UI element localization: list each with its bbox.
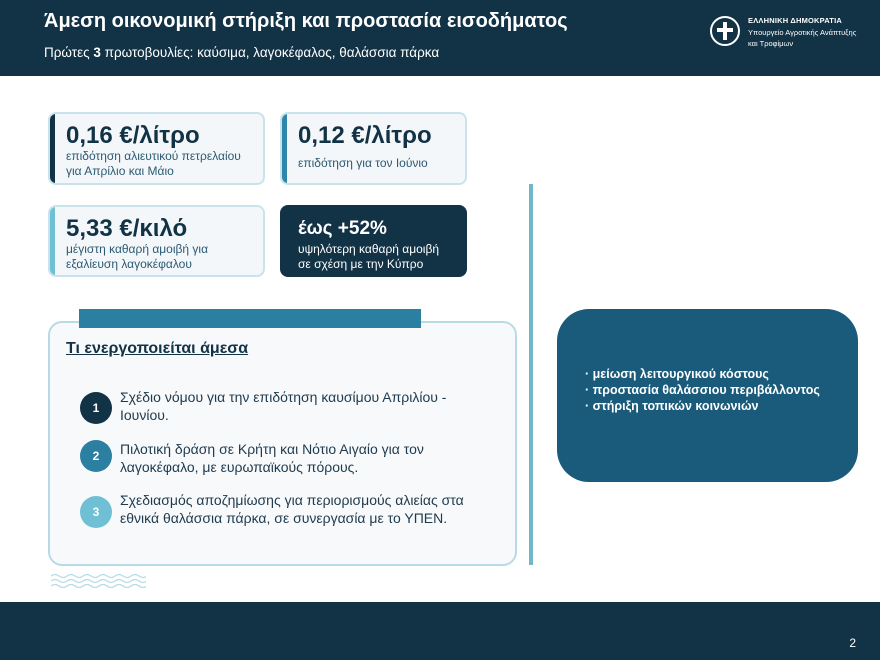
logo-line-3: και Τροφίμων bbox=[748, 39, 794, 48]
step-number-3: 3 bbox=[80, 496, 112, 528]
benefits-list: · μείωση λειτουργικού κόστους · προστασί… bbox=[585, 366, 820, 414]
stat-description: υψηλότερη καθαρή αμοιβή σε σχέση με την Κ… bbox=[298, 242, 439, 272]
benefit-item: · στήριξη τοπικών κοινωνιών bbox=[585, 399, 759, 413]
step-line: Σχεδιασμός αποζημίωσης για περιορισμούς … bbox=[120, 492, 464, 508]
step-text-3: Σχεδιασμός αποζημίωσης για περιορισμούς … bbox=[120, 491, 500, 527]
page-title: Άμεση οικονομική στήριξη και προστασία ε… bbox=[44, 10, 568, 32]
stat-description: μέγιστη καθαρή αμοιβή για εξαλίευση λαγοκ… bbox=[66, 242, 208, 272]
stat-description: επιδότηση για τον Ιούνιο bbox=[298, 156, 428, 171]
step-text-2: Πιλοτική δράση σε Κρήτη και Νότιο Αιγαίο… bbox=[120, 440, 500, 476]
waves-icon bbox=[51, 573, 146, 588]
stat-description: επιδότηση αλιευτικού πετρελαίου για Απρίλ… bbox=[66, 149, 241, 179]
stat-value: 0,16 €/λίτρο bbox=[66, 122, 200, 149]
actions-title: Τι ενεργοποιείται άμεσα bbox=[66, 340, 249, 357]
stat-value: έως +52% bbox=[298, 218, 387, 239]
page-subtitle: Πρώτες 3 πρωτοβουλίες: καύσιμα, λαγοκέφα… bbox=[44, 45, 439, 60]
step-line: εθνικά θαλάσσια πάρκα, σε συνεργασία με … bbox=[120, 510, 448, 526]
stat-desc-line: σε σχέση με την Κύπρο bbox=[298, 257, 424, 271]
ministry-logo: ΕΛΛΗΝΙΚΗ ΔΗΜΟΚΡΑΤΙΑ Υπουργείο Αγροτικής … bbox=[710, 14, 870, 56]
stat-desc-line: μέγιστη καθαρή αμοιβή για bbox=[66, 242, 209, 256]
step-line: Ιουνίου. bbox=[120, 407, 169, 423]
page-number: 2 bbox=[849, 636, 856, 650]
stat-desc-line: επιδότηση για τον Ιούνιο bbox=[298, 156, 428, 170]
benefits-box: · μείωση λειτουργικού κόστους · προστασί… bbox=[557, 309, 858, 482]
stat-card-fuel-june: 0,12 €/λίτρο επιδότηση για τον Ιούνιο bbox=[280, 112, 467, 185]
header: Άμεση οικονομική στήριξη και προστασία ε… bbox=[0, 0, 880, 76]
logo-line-1: ΕΛΛΗΝΙΚΗ ΔΗΜΟΚΡΑΤΙΑ bbox=[748, 16, 842, 25]
stat-card-pufferfish-reward: 5,33 €/κιλό μέγιστη καθαρή αμοιβή για εξα… bbox=[48, 205, 265, 277]
stat-card-accent bbox=[282, 114, 287, 183]
stat-card-accent bbox=[50, 207, 55, 275]
stat-desc-line: υψηλότερη καθαρή αμοιβή bbox=[298, 242, 440, 256]
subtitle-number: 3 bbox=[93, 45, 101, 60]
benefit-item: · μείωση λειτουργικού κόστους bbox=[585, 367, 769, 381]
stat-card-accent bbox=[50, 114, 55, 183]
step-line: λαγοκέφαλο, με ευρωπαϊκούς πόρους. bbox=[120, 459, 359, 475]
step-number-1: 1 bbox=[80, 392, 112, 424]
step-line: Πιλοτική δράση σε Κρήτη και Νότιο Αιγαίο… bbox=[120, 441, 424, 457]
stat-desc-line: για Απρίλιο και Μάιο bbox=[66, 164, 174, 178]
actions-panel-tab bbox=[79, 309, 421, 328]
stat-card-cyprus-comparison: έως +52% υψηλότερη καθαρή αμοιβή σε σχέση… bbox=[280, 205, 467, 277]
step-number-2: 2 bbox=[80, 440, 112, 472]
stat-value: 5,33 €/κιλό bbox=[66, 215, 188, 242]
subtitle-suffix: πρωτοβουλίες: καύσιμα, λαγοκέφαλος, θαλά… bbox=[100, 45, 440, 60]
benefit-item: · προστασία θαλάσσιου περιβάλλοντος bbox=[585, 383, 820, 397]
step-text-1: Σχέδιο νόμου για την επιδότηση καυσίμου … bbox=[120, 388, 500, 424]
subtitle-prefix: Πρώτες bbox=[44, 45, 94, 60]
step-line: Σχέδιο νόμου για την επιδότηση καυσίμου … bbox=[120, 389, 447, 405]
logo-line-2: Υπουργείο Αγροτικής Ανάπτυξης bbox=[748, 28, 857, 37]
greek-cross-emblem-icon bbox=[710, 16, 740, 46]
stat-value: 0,12 €/λίτρο bbox=[298, 122, 432, 149]
footer: 2 bbox=[0, 602, 880, 660]
stat-card-fuel-april-may: 0,16 €/λίτρο επιδότηση αλιευτικού πετρελ… bbox=[48, 112, 265, 185]
vertical-divider bbox=[529, 184, 533, 565]
stat-desc-line: εξαλίευση λαγοκέφαλου bbox=[66, 257, 192, 271]
stat-desc-line: επιδότηση αλιευτικού πετρελαίου bbox=[66, 149, 241, 163]
